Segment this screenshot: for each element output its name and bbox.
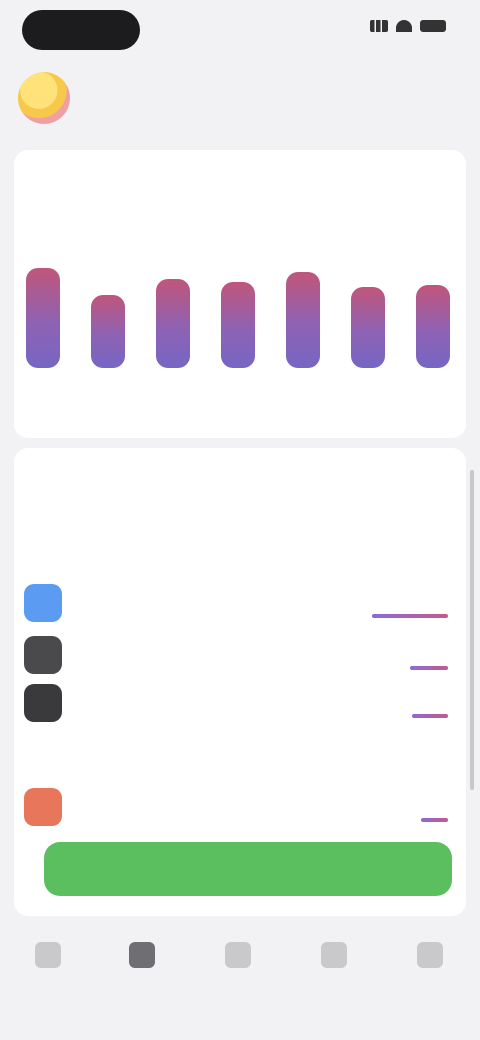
tab-icon xyxy=(129,942,155,968)
tab-item[interactable] xyxy=(16,942,80,974)
wifi-icon xyxy=(396,20,412,32)
app-usage-row[interactable] xyxy=(14,682,466,726)
dynamic-island xyxy=(22,10,140,50)
tab-item[interactable] xyxy=(110,942,174,974)
tab-icon xyxy=(417,942,443,968)
chart-bar[interactable] xyxy=(351,287,385,368)
app-usage-row[interactable] xyxy=(14,634,466,678)
usage-bar xyxy=(421,818,448,822)
usage-bar xyxy=(372,614,448,618)
tab-icon xyxy=(321,942,347,968)
primary-action-button[interactable] xyxy=(44,842,452,896)
app-usage-row[interactable] xyxy=(14,582,466,626)
chart-bar[interactable] xyxy=(26,268,60,368)
daily-usage-card xyxy=(14,150,466,438)
app-icon-blue xyxy=(24,584,62,622)
app-icon-dark xyxy=(24,684,62,722)
usage-bar xyxy=(410,666,448,670)
tab-icon xyxy=(225,942,251,968)
usage-bar-chart xyxy=(14,250,466,430)
avatar[interactable] xyxy=(18,72,70,124)
top-bar xyxy=(0,62,480,126)
usage-bar xyxy=(412,714,448,718)
app-usage-row[interactable] xyxy=(14,786,466,830)
chart-bar[interactable] xyxy=(221,282,255,368)
tab-icon xyxy=(35,942,61,968)
tab-item[interactable] xyxy=(206,942,270,974)
signal-icon xyxy=(370,20,388,32)
status-icons xyxy=(370,20,446,32)
scrollbar[interactable] xyxy=(470,470,474,790)
status-bar xyxy=(0,0,480,62)
battery-icon xyxy=(420,20,446,32)
app-icon-dark xyxy=(24,636,62,674)
tab-item[interactable] xyxy=(302,942,366,974)
tab-bar xyxy=(0,924,480,1040)
chart-bar[interactable] xyxy=(286,272,320,368)
chart-bar[interactable] xyxy=(91,295,125,368)
chart-bar[interactable] xyxy=(156,279,190,368)
tab-item[interactable] xyxy=(398,942,462,974)
chart-bar[interactable] xyxy=(416,285,450,368)
app-icon-orange xyxy=(24,788,62,826)
